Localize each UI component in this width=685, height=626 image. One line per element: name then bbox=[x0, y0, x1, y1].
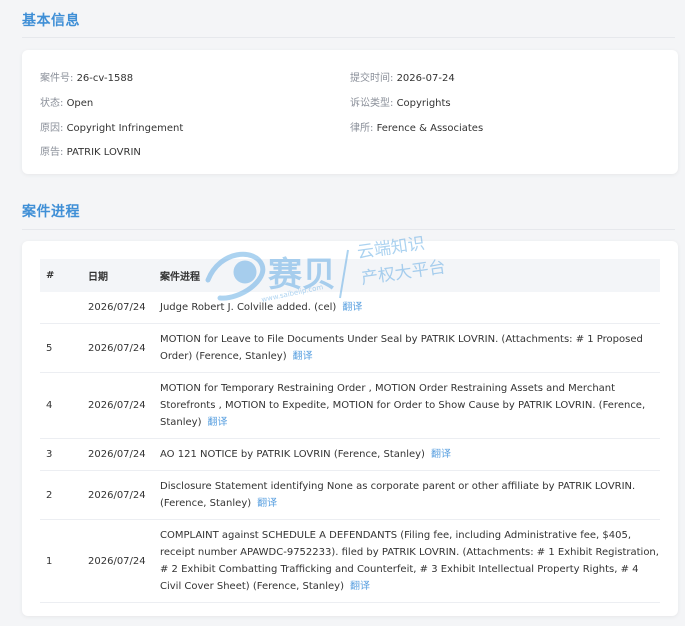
table-header-row: # 日期 案件进程 bbox=[40, 259, 660, 292]
progress-divider bbox=[22, 229, 675, 230]
row-detail: COMPLAINT against SCHEDULE A DEFENDANTS … bbox=[154, 519, 660, 603]
case-type-value: Copyrights bbox=[396, 98, 451, 109]
progress-card: # 日期 案件进程 2026/07/24 Judge Robert J. Colv… bbox=[22, 241, 678, 616]
progress-table-body: 2026/07/24 Judge Robert J. Colville added… bbox=[40, 292, 660, 603]
row-num bbox=[40, 292, 82, 324]
row-detail-text: COMPLAINT against SCHEDULE A DEFENDANTS … bbox=[160, 530, 659, 592]
row-date: 2026/07/24 bbox=[82, 470, 154, 520]
row-date: 2026/07/24 bbox=[82, 519, 154, 603]
row-num: 4 bbox=[40, 372, 82, 439]
table-row: 2026/07/24 Judge Robert J. Colville added… bbox=[40, 292, 660, 324]
row-detail-text: MOTION for Leave to File Documents Under… bbox=[160, 334, 643, 362]
row-detail-text: Disclosure Statement identifying None as… bbox=[160, 481, 636, 509]
case-type-field: 诉讼类型: Copyrights bbox=[350, 94, 451, 109]
basic-info-divider bbox=[22, 37, 675, 38]
status-label: 状态: bbox=[40, 98, 67, 109]
row-num: 1 bbox=[40, 519, 82, 603]
translate-link[interactable]: 翻译 bbox=[342, 302, 362, 313]
basic-info-card: 案件号: 26-cv-1588 提交时间: 2026-07-24 状态: Ope… bbox=[22, 50, 678, 174]
table-row: 1 2026/07/24 COMPLAINT against SCHEDULE A … bbox=[40, 519, 660, 603]
row-detail: AO 121 NOTICE by PATRIK LOVRIN (Ference,… bbox=[154, 438, 660, 471]
cause-field: 原因: Copyright Infringement bbox=[40, 119, 183, 134]
table-row: 2 2026/07/24 Disclosure Statement identify… bbox=[40, 470, 660, 520]
row-num: 3 bbox=[40, 438, 82, 471]
translate-link[interactable]: 翻译 bbox=[207, 417, 227, 428]
row-date: 2026/07/24 bbox=[82, 438, 154, 471]
header-date: 日期 bbox=[88, 272, 108, 283]
progress-table: # 日期 案件进程 2026/07/24 Judge Robert J. Colv… bbox=[40, 259, 660, 603]
case-number-label: 案件号: bbox=[40, 73, 77, 84]
case-number-value: 26-cv-1588 bbox=[76, 73, 134, 84]
table-row: 5 2026/07/24 MOTION for Leave to File Docu… bbox=[40, 323, 660, 373]
filed-time-label: 提交时间: bbox=[350, 73, 397, 84]
table-row: 4 2026/07/24 MOTION for Temporary Restrain… bbox=[40, 372, 660, 439]
filed-time-field: 提交时间: 2026-07-24 bbox=[350, 69, 455, 84]
status-field: 状态: Open bbox=[40, 94, 93, 109]
status-value: Open bbox=[66, 98, 94, 109]
case-type-label: 诉讼类型: bbox=[350, 98, 397, 109]
row-detail-text: AO 121 NOTICE by PATRIK LOVRIN (Ference,… bbox=[160, 449, 425, 460]
table-row: 3 2026/07/24 AO 121 NOTICE by PATRIK LOVRI… bbox=[40, 438, 660, 471]
header-num: # bbox=[46, 270, 55, 281]
translate-link[interactable]: 翻译 bbox=[257, 498, 277, 509]
plaintiff-value: PATRIK LOVRIN bbox=[66, 147, 141, 158]
translate-link[interactable]: 翻译 bbox=[431, 449, 451, 460]
page: 基本信息 案件号: 26-cv-1588 提交时间: 2026-07-24 状态… bbox=[0, 0, 685, 626]
row-detail: Disclosure Statement identifying None as… bbox=[154, 470, 660, 520]
translate-link[interactable]: 翻译 bbox=[293, 351, 313, 362]
cause-value: Copyright Infringement bbox=[66, 123, 184, 134]
row-date: 2026/07/24 bbox=[82, 323, 154, 373]
law-firm-field: 律所: Ference & Associates bbox=[350, 119, 483, 134]
case-number-field: 案件号: 26-cv-1588 bbox=[40, 69, 133, 84]
row-num: 5 bbox=[40, 323, 82, 373]
row-date: 2026/07/24 bbox=[82, 372, 154, 439]
row-num: 2 bbox=[40, 470, 82, 520]
cause-label: 原因: bbox=[40, 123, 67, 134]
row-detail: MOTION for Leave to File Documents Under… bbox=[154, 323, 660, 373]
row-detail: Judge Robert J. Colville added. (cel) 翻译 bbox=[154, 292, 660, 324]
header-detail: 案件进程 bbox=[160, 272, 200, 283]
progress-title: 案件进程 bbox=[22, 204, 80, 220]
filed-time-value: 2026-07-24 bbox=[396, 73, 455, 84]
plaintiff-label: 原告: bbox=[40, 147, 67, 158]
law-firm-value: Ference & Associates bbox=[376, 123, 484, 134]
basic-info-title: 基本信息 bbox=[22, 13, 80, 29]
row-detail: MOTION for Temporary Restraining Order ,… bbox=[154, 372, 660, 439]
row-detail-text: MOTION for Temporary Restraining Order ,… bbox=[160, 383, 646, 428]
law-firm-label: 律所: bbox=[350, 123, 377, 134]
row-detail-text: Judge Robert J. Colville added. (cel) bbox=[160, 302, 337, 313]
translate-link[interactable]: 翻译 bbox=[350, 581, 370, 592]
plaintiff-field: 原告: PATRIK LOVRIN bbox=[40, 143, 141, 158]
row-date: 2026/07/24 bbox=[82, 292, 154, 324]
